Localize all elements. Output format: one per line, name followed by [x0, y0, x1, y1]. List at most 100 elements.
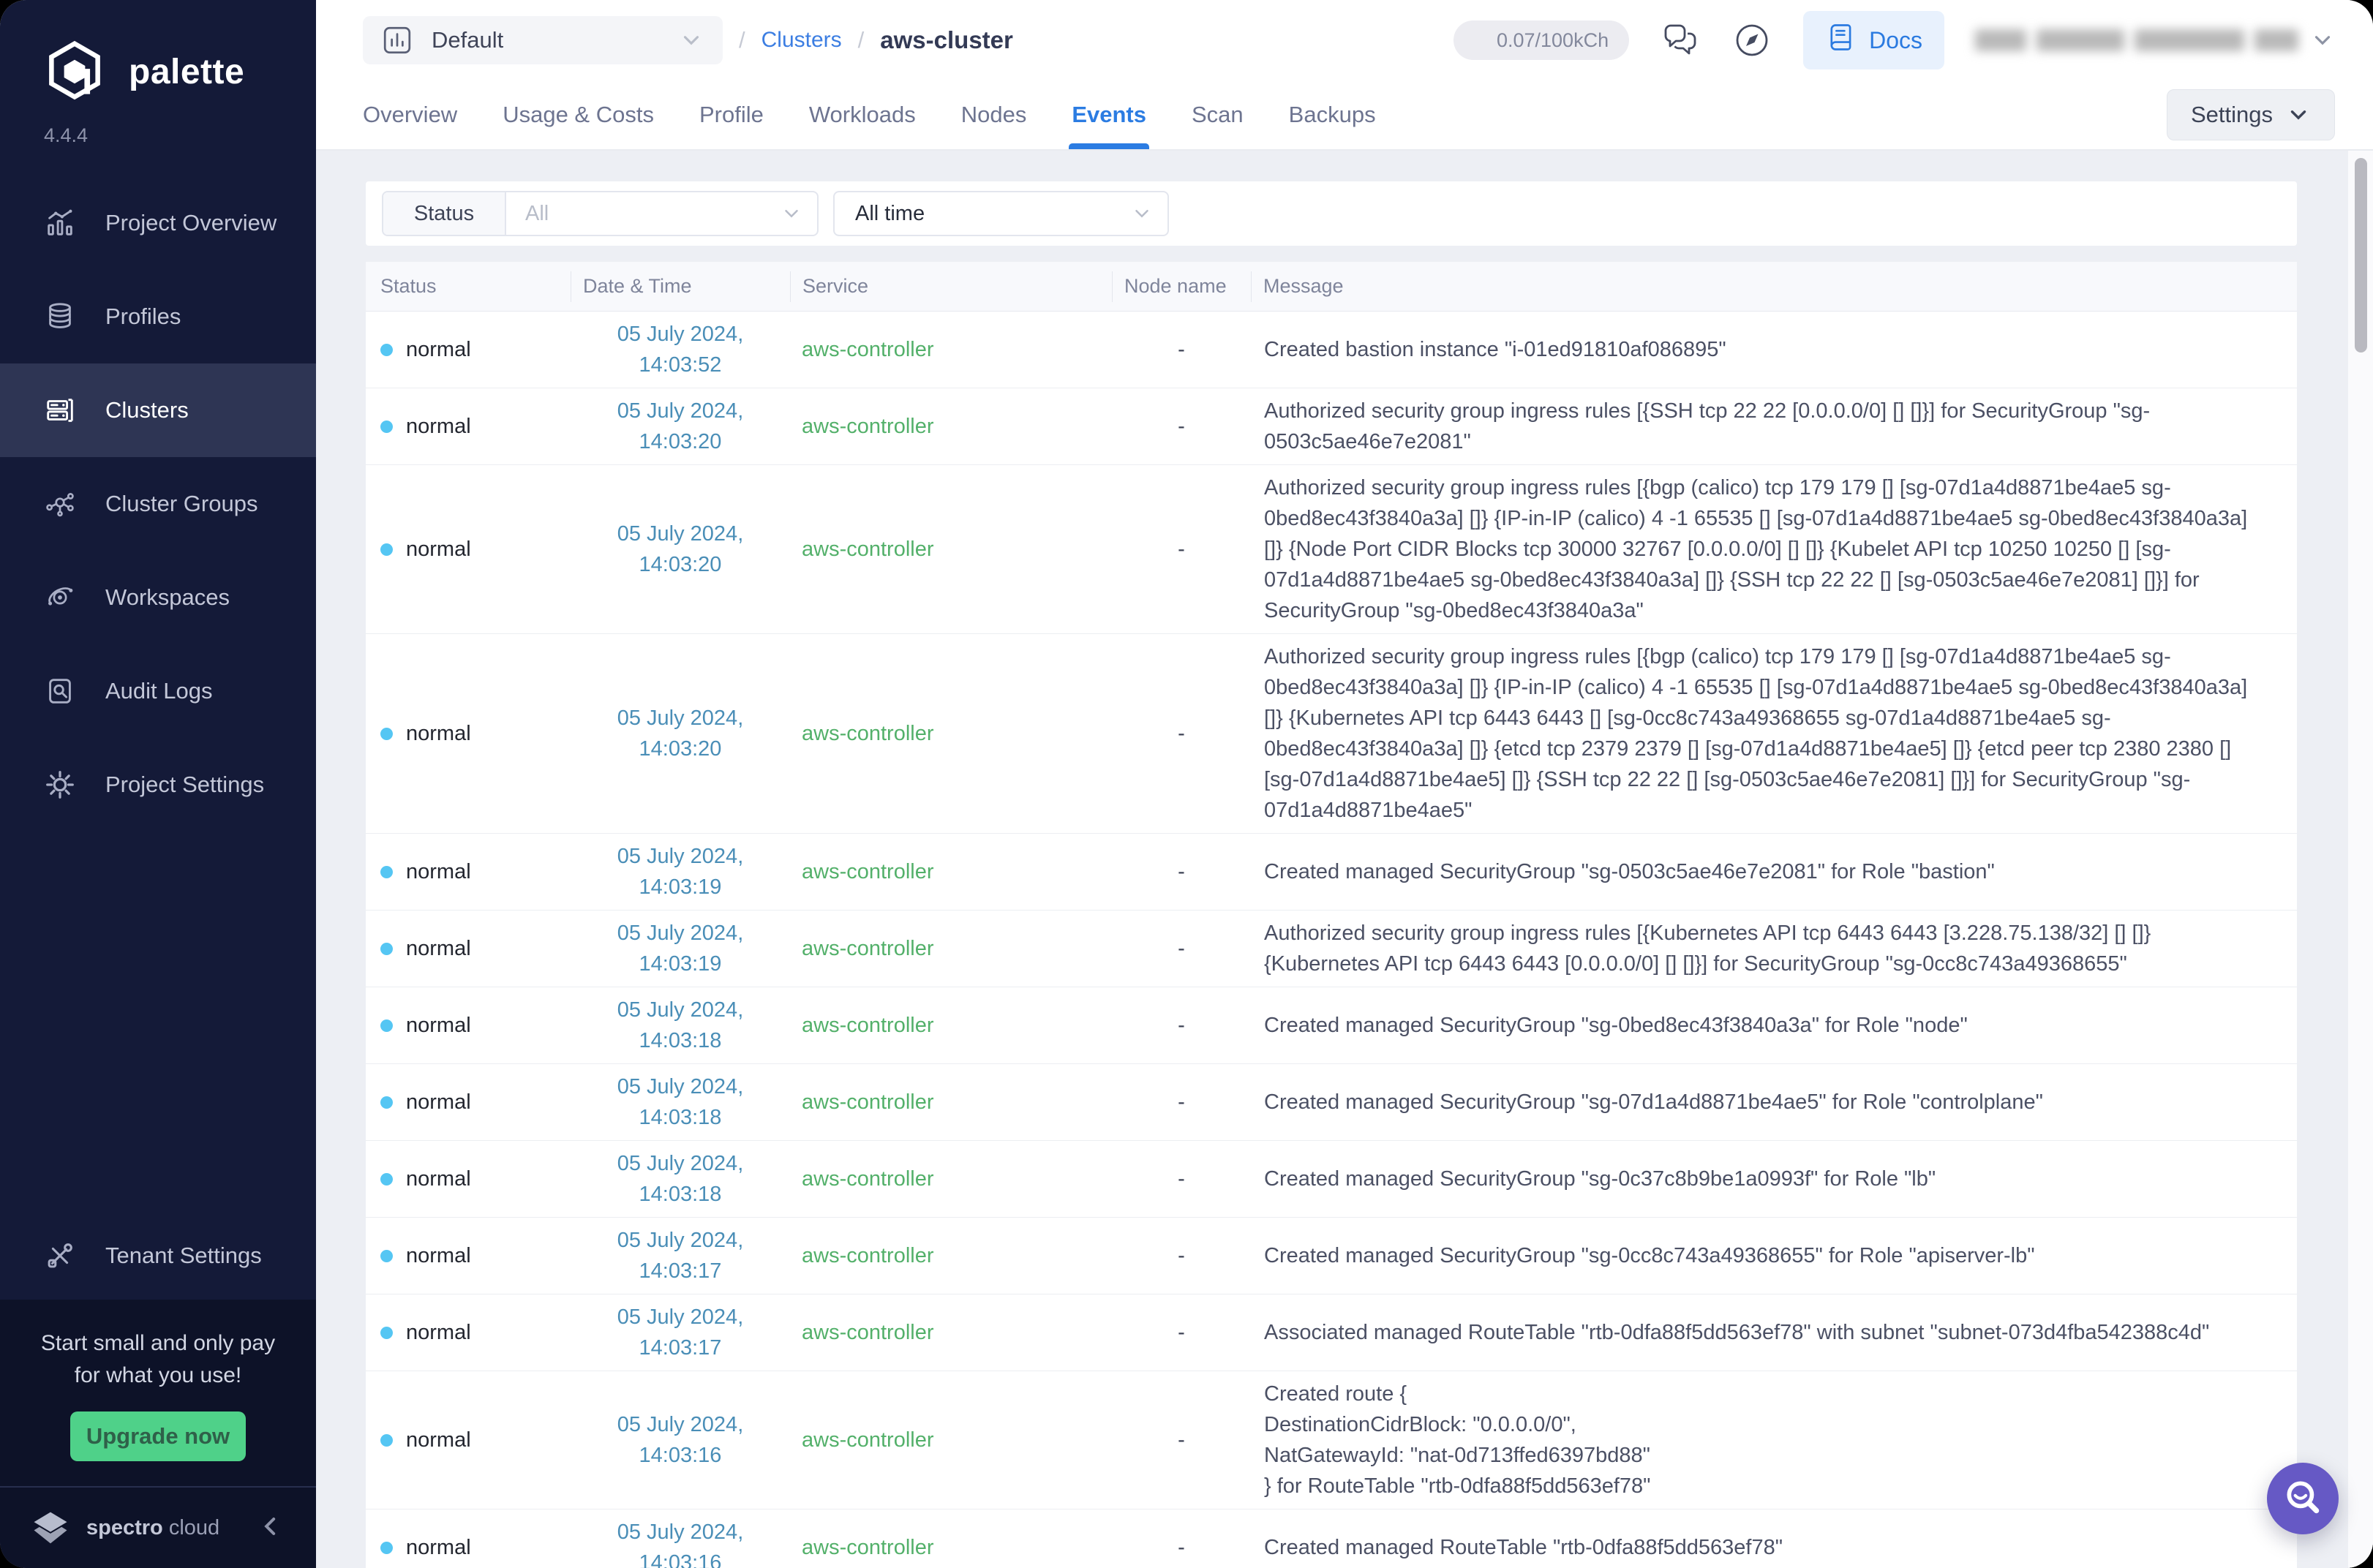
sidebar-item-label: Audit Logs — [105, 678, 213, 704]
settings-button[interactable]: Settings — [2167, 89, 2335, 140]
service-cell: aws-controller — [790, 534, 1112, 565]
chevron-down-icon — [2286, 102, 2311, 127]
service-cell: aws-controller — [790, 1425, 1112, 1455]
date-line: 05 July 2024, — [571, 995, 790, 1025]
chat-icon[interactable] — [1660, 20, 1701, 61]
sidebar-item-tenant-settings[interactable]: Tenant Settings — [0, 1212, 316, 1300]
date-line: 05 July 2024, — [571, 1517, 790, 1548]
message-cell: Authorized security group ingress rules … — [1251, 396, 2297, 457]
date-cell: 05 July 2024,14:03:17 — [571, 1225, 790, 1286]
date-line: 05 July 2024, — [571, 319, 790, 350]
table-header-row: Status Date & Time Service Node name Mes… — [366, 262, 2297, 312]
service-cell: aws-controller — [790, 411, 1112, 442]
service-cell: aws-controller — [790, 718, 1112, 749]
collapse-sidebar-icon[interactable] — [256, 1512, 285, 1545]
table-row: normal05 July 2024,14:03:19aws-controlle… — [366, 834, 2297, 911]
status-label: normal — [406, 334, 471, 365]
compass-icon[interactable] — [1731, 20, 1772, 61]
status-label: normal — [406, 1087, 471, 1117]
events-content: Status All All time Status Date & Time — [316, 151, 2373, 1568]
tab-profile[interactable]: Profile — [699, 80, 764, 149]
status-label: normal — [406, 534, 471, 565]
database-icon — [42, 299, 78, 334]
status-dot-icon — [380, 344, 393, 356]
status-filter-select[interactable]: Status All — [382, 191, 819, 236]
tab-events[interactable]: Events — [1072, 80, 1146, 149]
service-cell: aws-controller — [790, 1532, 1112, 1563]
sidebar-item-label: Project Overview — [105, 210, 277, 236]
brand-text: spectro cloud — [86, 1516, 219, 1540]
status-cell: normal — [366, 1087, 571, 1117]
status-label: normal — [406, 933, 471, 964]
spectro-cloud-logo-icon — [31, 1508, 70, 1548]
date-line: 05 July 2024, — [571, 1409, 790, 1440]
scrollbar-thumb[interactable] — [2355, 158, 2367, 353]
network-icon — [42, 486, 78, 521]
status-filter-label: Status — [383, 192, 506, 235]
promo-text: Start small and only pay for what you us… — [29, 1327, 287, 1391]
time-line: 14:03:19 — [571, 949, 790, 979]
message-cell: Authorized security group ingress rules … — [1251, 472, 2297, 626]
status-label: normal — [406, 411, 471, 442]
tab-usage-costs[interactable]: Usage & Costs — [503, 80, 654, 149]
tab-overview[interactable]: Overview — [363, 80, 457, 149]
status-label: normal — [406, 718, 471, 749]
table-row: normal05 July 2024,14:03:18aws-controlle… — [366, 987, 2297, 1064]
service-cell: aws-controller — [790, 334, 1112, 365]
docs-label: Docs — [1869, 27, 1922, 54]
time-line: 14:03:17 — [571, 1256, 790, 1286]
table-row: normal 05 July 2024,14:03:20aws-controlle… — [366, 465, 2297, 634]
sidebar-item-audit-logs[interactable]: Audit Logs — [0, 644, 316, 738]
node-name-cell: - — [1112, 1087, 1251, 1117]
date-cell: 05 July 2024,14:03:16 — [571, 1517, 790, 1568]
docs-button[interactable]: Docs — [1803, 11, 1944, 69]
tab-scan[interactable]: Scan — [1192, 80, 1244, 149]
date-cell: 05 July 2024,14:03:20 — [571, 519, 790, 580]
service-cell: aws-controller — [790, 856, 1112, 887]
node-name-cell: - — [1112, 1532, 1251, 1563]
status-dot-icon — [380, 728, 393, 740]
message-cell: Created bastion instance "i-01ed91810af0… — [1251, 334, 2297, 365]
time-line: 14:03:18 — [571, 1179, 790, 1210]
time-line: 14:03:16 — [571, 1440, 790, 1471]
tab-workloads[interactable]: Workloads — [809, 80, 916, 149]
sidebar-item-workspaces[interactable]: Workspaces — [0, 551, 316, 644]
message-cell: Created managed SecurityGroup "sg-0503c5… — [1251, 856, 2297, 887]
sidebar-item-cluster-groups[interactable]: Cluster Groups — [0, 457, 316, 551]
sidebar-item-label: Tenant Settings — [105, 1243, 262, 1269]
date-cell: 05 July 2024,14:03:16 — [571, 1409, 790, 1471]
column-header-service: Service — [790, 271, 1112, 302]
status-cell: normal — [366, 1425, 571, 1455]
help-search-fab[interactable] — [2267, 1463, 2339, 1534]
sidebar-item-project-settings[interactable]: Project Settings — [0, 738, 316, 832]
vertical-scrollbar[interactable] — [2348, 151, 2373, 1568]
tab-backups[interactable]: Backups — [1289, 80, 1376, 149]
project-selector[interactable]: Default — [363, 16, 723, 64]
tab-nodes[interactable]: Nodes — [961, 80, 1027, 149]
user-menu[interactable] — [1975, 28, 2335, 53]
sidebar-item-label: Profiles — [105, 304, 181, 330]
sidebar-item-profiles[interactable]: Profiles — [0, 270, 316, 363]
time-line: 14:03:20 — [571, 549, 790, 580]
status-cell: normal — [366, 1240, 571, 1271]
time-range-select[interactable]: All time — [833, 191, 1169, 236]
date-cell: 05 July 2024,14:03:20 — [571, 703, 790, 764]
status-cell: normal — [366, 411, 571, 442]
status-dot-icon — [380, 421, 393, 433]
sidebar-item-project-overview[interactable]: Project Overview — [0, 176, 316, 270]
sidebar-item-clusters[interactable]: Clusters — [0, 363, 316, 457]
date-cell: 05 July 2024,14:03:20 — [571, 396, 790, 457]
node-name-cell: - — [1112, 1010, 1251, 1041]
time-range-value: All time — [855, 202, 925, 226]
breadcrumb-clusters-link[interactable]: Clusters — [761, 28, 842, 53]
server-icon — [42, 393, 78, 428]
node-name-cell: - — [1112, 856, 1251, 887]
status-cell: normal — [366, 933, 571, 964]
logo-text: palette — [129, 52, 244, 92]
status-label: normal — [406, 1010, 471, 1041]
node-name-cell: - — [1112, 718, 1251, 749]
status-dot-icon — [380, 866, 393, 878]
time-line: 14:03:52 — [571, 350, 790, 380]
service-cell: aws-controller — [790, 1317, 1112, 1348]
upgrade-now-button[interactable]: Upgrade now — [70, 1411, 246, 1461]
